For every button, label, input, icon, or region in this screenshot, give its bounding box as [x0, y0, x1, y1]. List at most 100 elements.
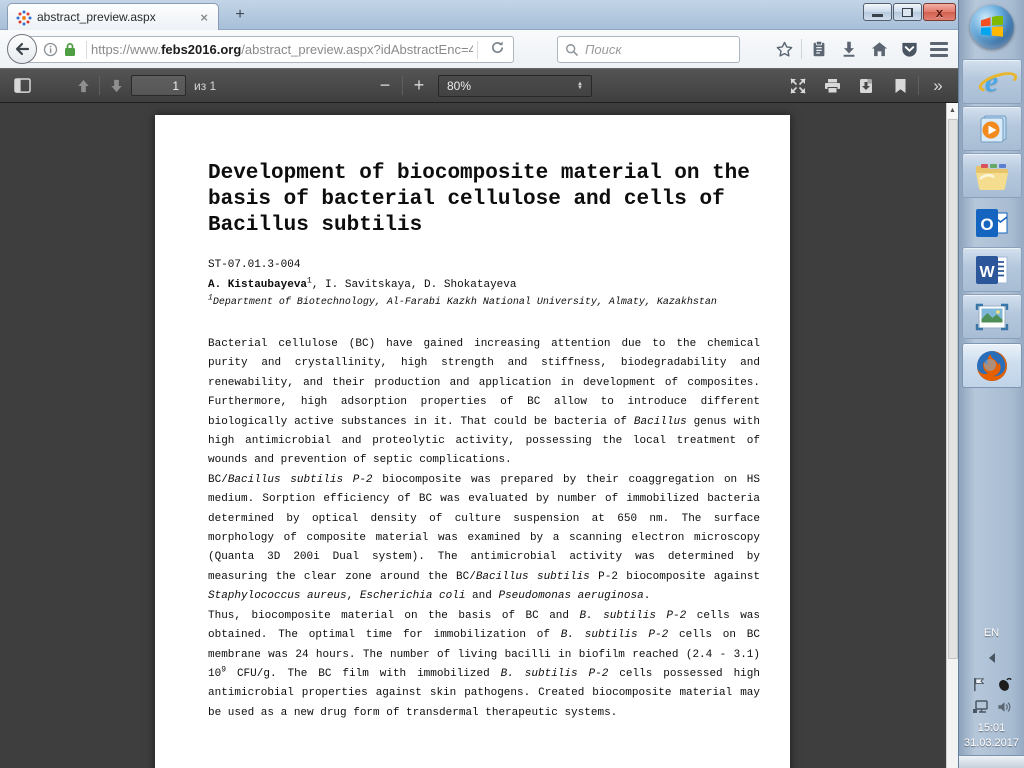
presentation-mode-button[interactable] [784, 69, 812, 102]
scroll-up-icon[interactable]: ▲ [947, 103, 958, 118]
language-indicator[interactable]: EN [984, 627, 999, 639]
windows-taskbar: e O [958, 0, 1024, 768]
network-icon[interactable] [972, 700, 988, 714]
url-text: https://www.febs2016.org/abstract_previe… [91, 42, 473, 57]
secure-lock-icon[interactable] [63, 42, 77, 57]
toolbar-separator [99, 76, 100, 95]
taskbar-firefox[interactable] [962, 343, 1022, 388]
bookmark-star-button[interactable] [769, 34, 799, 64]
navigation-toolbar: https://www.febs2016.org/abstract_previe… [0, 30, 958, 68]
media-player-icon [975, 113, 1009, 145]
pdf-toolbar: из 1 − + 80% ▲▼ » [0, 68, 958, 103]
tab-close-icon[interactable]: × [198, 10, 210, 25]
svg-text:O: O [980, 215, 993, 234]
document-title: Development of biocomposite material on … [208, 161, 760, 239]
back-button[interactable] [7, 34, 37, 64]
taskbar-windows-explorer[interactable] [962, 153, 1022, 198]
site-favicon-icon [16, 10, 31, 25]
page-count-label: из 1 [194, 69, 216, 102]
select-spinner-icon: ▲▼ [577, 82, 583, 90]
abstract-paragraph: Bacterial cellulose (BC) have gained inc… [208, 335, 760, 471]
browser-tab[interactable]: abstract_preview.aspx × [7, 3, 219, 30]
session-code: ST-07.01.3-004 [208, 259, 760, 271]
bookmark-current-view-button[interactable] [887, 69, 913, 102]
screen: abstract_preview.aspx × + x https://www.… [0, 0, 1024, 768]
url-scheme: https://www. [91, 42, 161, 57]
pointing-device-icon[interactable] [996, 677, 1012, 692]
zoom-level-select[interactable]: 80% ▲▼ [438, 75, 592, 97]
reading-list-icon[interactable] [804, 34, 834, 64]
tab-title: abstract_preview.aspx [37, 10, 198, 24]
minimize-icon [872, 14, 883, 17]
home-button[interactable] [864, 34, 894, 64]
page-info-icon[interactable] [43, 42, 58, 57]
url-bar[interactable]: https://www.febs2016.org/abstract_previe… [24, 36, 514, 63]
url-divider [86, 41, 87, 59]
svg-text:W: W [979, 264, 995, 281]
minimize-button[interactable] [863, 3, 892, 21]
zoom-out-button[interactable]: − [372, 69, 398, 102]
action-center-flag-icon[interactable] [972, 677, 987, 692]
url-domain: febs2016.org [161, 42, 241, 57]
volume-icon[interactable] [997, 700, 1012, 714]
taskbar-word[interactable]: W [962, 247, 1022, 292]
search-bar[interactable]: Поиск [557, 36, 740, 63]
tab-bar: abstract_preview.aspx × + x [0, 0, 958, 30]
restore-button[interactable] [893, 3, 922, 21]
abstract-paragraph: BC/Bacillus subtilis P-2 biocomposite wa… [208, 471, 760, 607]
close-button[interactable]: x [923, 3, 956, 21]
pocket-button[interactable] [894, 34, 924, 64]
toolbar-separator [801, 39, 802, 59]
system-tray: EN 15:01 31.03.2017 [959, 627, 1024, 768]
show-desktop-button[interactable] [959, 755, 1024, 768]
next-page-button[interactable] [103, 69, 129, 102]
taskbar-internet-explorer[interactable]: e [962, 59, 1022, 104]
more-tools-button[interactable]: » [924, 69, 952, 102]
start-button[interactable] [970, 5, 1014, 49]
sidebar-toggle-button[interactable] [8, 69, 36, 102]
new-tab-button[interactable]: + [228, 6, 252, 24]
vertical-scrollbar[interactable]: ▲ [946, 103, 958, 768]
hamburger-icon [930, 42, 948, 57]
taskbar-media-player[interactable] [962, 106, 1022, 151]
downloads-button[interactable] [834, 34, 864, 64]
toolbar-separator [918, 76, 919, 95]
firefox-icon [975, 349, 1009, 383]
abstract-paragraph: Thus, biocomposite material on the basis… [208, 607, 760, 723]
search-placeholder: Поиск [585, 42, 622, 57]
taskbar-outlook[interactable]: O [962, 200, 1022, 245]
menu-button[interactable] [924, 34, 954, 64]
zoom-level-value: 80% [447, 79, 471, 93]
photo-viewer-icon [974, 302, 1010, 332]
abstract-body: Bacterial cellulose (BC) have gained inc… [208, 335, 760, 723]
word-icon: W [974, 254, 1010, 286]
reload-button[interactable] [482, 40, 513, 60]
download-button[interactable] [852, 69, 880, 102]
date[interactable]: 31.03.2017 [964, 737, 1019, 749]
url-divider [477, 41, 478, 59]
taskbar-photo-viewer[interactable] [962, 294, 1022, 339]
affiliation-line: 1Department of Biotechnology, Al-Farabi … [208, 297, 760, 308]
clock[interactable]: 15:01 [978, 722, 1006, 734]
pdf-viewer: Development of biocomposite material on … [0, 103, 958, 768]
folder-icon [974, 161, 1010, 191]
restore-icon [902, 8, 913, 17]
print-button[interactable] [818, 69, 846, 102]
firefox-window: abstract_preview.aspx × + x https://www.… [0, 0, 958, 768]
previous-page-button[interactable] [70, 69, 96, 102]
zoom-in-button[interactable]: + [406, 69, 432, 102]
close-icon: x [936, 6, 943, 19]
show-hidden-icons-button[interactable] [989, 653, 995, 663]
document-page: Development of biocomposite material on … [155, 115, 790, 768]
window-controls: x [862, 3, 956, 21]
url-path: /abstract_preview.aspx?idAbstractEnc=442… [241, 42, 473, 57]
outlook-icon: O [974, 207, 1010, 239]
search-icon [565, 43, 579, 57]
authors-line: A. Kistaubayeva1, I. Savitskaya, D. Shok… [208, 279, 760, 291]
toolbar-separator [402, 76, 403, 95]
page-number-input[interactable] [131, 75, 186, 96]
scrollbar-thumb[interactable] [948, 119, 958, 659]
toolbar-buttons [769, 30, 954, 68]
windows-logo-icon [980, 16, 1004, 38]
internet-explorer-icon: e [985, 65, 998, 99]
